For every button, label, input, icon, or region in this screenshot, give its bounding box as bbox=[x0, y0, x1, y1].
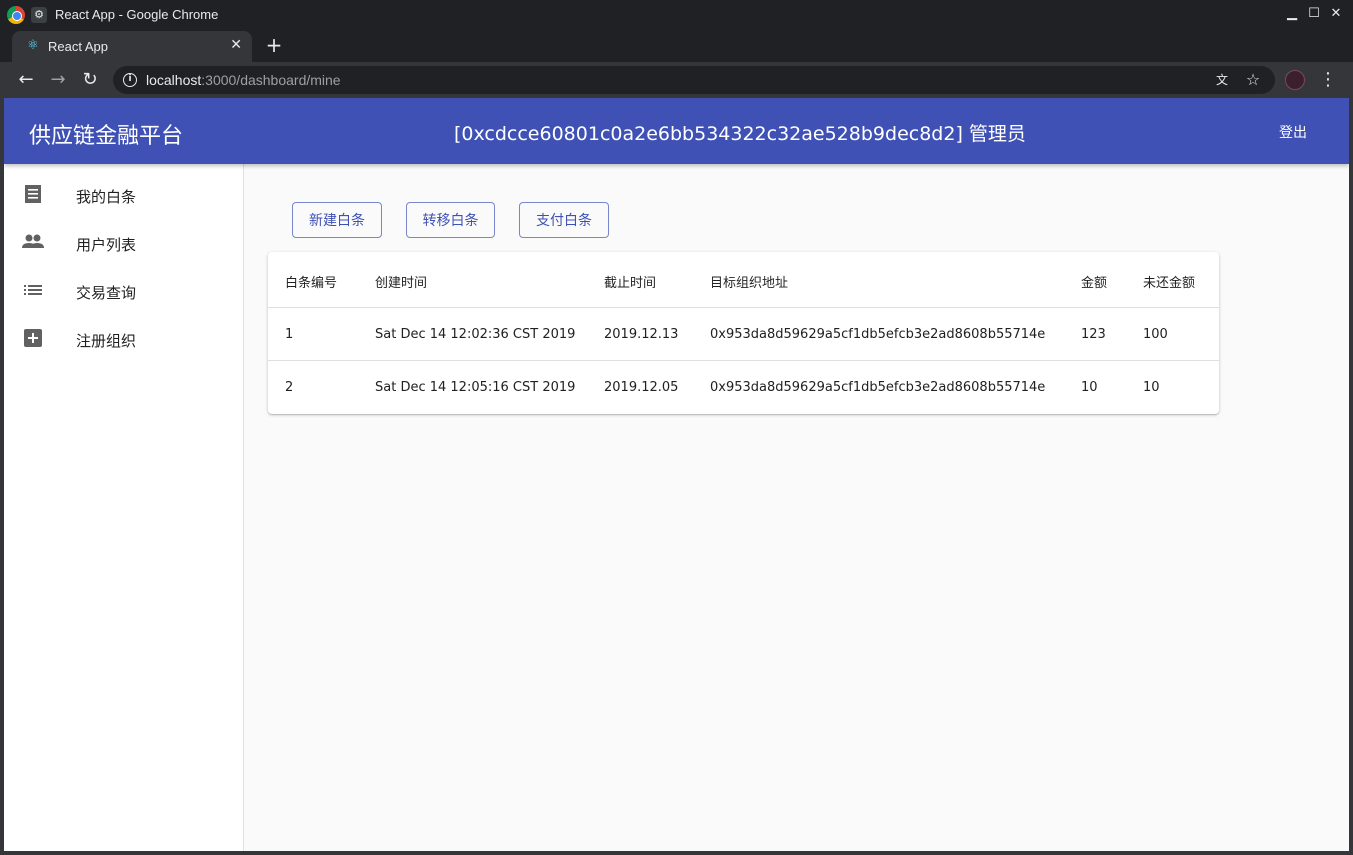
table-cell: 10 bbox=[1081, 380, 1098, 395]
main-content: 新建白条 转移白条 支付白条 白条编号 创建时间 截止时间 目标组织地址 金额 … bbox=[244, 164, 1349, 851]
new-tab-icon[interactable]: + bbox=[264, 35, 284, 55]
chrome-logo-icon bbox=[7, 6, 25, 24]
table-cell: 2 bbox=[285, 380, 294, 395]
header-cell: 白条编号 bbox=[285, 276, 338, 291]
site-info-icon[interactable]: i bbox=[123, 73, 137, 87]
add-box-icon-svg bbox=[24, 329, 42, 347]
react-favicon-icon: ⚛ bbox=[27, 38, 39, 53]
browser-toolbar: ← → ↻ i localhost:3000/dashboard/mine 文 … bbox=[0, 62, 1353, 98]
back-icon[interactable]: ← bbox=[15, 69, 37, 91]
list-icon-svg bbox=[24, 285, 42, 295]
browser-menu-icon[interactable]: ⋮ bbox=[1318, 69, 1338, 91]
receipt-icon bbox=[22, 184, 44, 206]
brand-title: 供应链金融平台 bbox=[29, 124, 184, 149]
sidebar-item-label: 注册组织 bbox=[76, 332, 137, 350]
table-cell: 2019.12.13 bbox=[604, 327, 679, 342]
table-cell: 10 bbox=[1143, 380, 1160, 395]
table-cell: 100 bbox=[1143, 327, 1168, 342]
forward-icon[interactable]: → bbox=[47, 69, 69, 91]
transfer-iou-button[interactable]: 转移白条 bbox=[406, 202, 495, 238]
window-menu-icon[interactable]: ⚙ bbox=[31, 7, 47, 23]
table-cell: 2019.12.05 bbox=[604, 380, 679, 395]
browser-window: ⚙ React App - Google Chrome ▁ ☐ ✕ ⚛ Reac… bbox=[0, 0, 1353, 855]
table-cell: 123 bbox=[1081, 327, 1106, 342]
bookmark-star-icon[interactable]: ☆ bbox=[1243, 70, 1263, 90]
table-cell: 1 bbox=[285, 327, 294, 342]
sidebar: 我的白条 用户列表 交易查询 注册组织 bbox=[4, 164, 244, 851]
title-bar: ⚙ React App - Google Chrome ▁ ☐ ✕ bbox=[0, 0, 1353, 30]
sidebar-item-users[interactable]: 用户列表 bbox=[4, 220, 243, 268]
table-cell: Sat Dec 14 12:05:16 CST 2019 bbox=[375, 380, 576, 395]
sidebar-item-label: 用户列表 bbox=[76, 236, 137, 254]
sidebar-item-label: 我的白条 bbox=[76, 188, 137, 206]
logout-button[interactable]: 登出 bbox=[1279, 122, 1307, 142]
page-viewport: 供应链金融平台 [0xcdcce60801c0a2e6bb534322c32ae… bbox=[4, 98, 1349, 851]
reload-icon[interactable]: ↻ bbox=[79, 69, 101, 91]
account-title: [0xcdcce60801c0a2e6bb534322c32ae528b9dec… bbox=[454, 123, 1026, 145]
header-cell: 未还金额 bbox=[1143, 276, 1196, 291]
tab-label: React App bbox=[48, 39, 108, 54]
people-icon bbox=[22, 232, 44, 254]
app-bar: 供应链金融平台 [0xcdcce60801c0a2e6bb534322c32ae… bbox=[4, 98, 1349, 164]
browser-tab[interactable]: ⚛ React App ✕ bbox=[12, 31, 252, 62]
pay-iou-button[interactable]: 支付白条 bbox=[519, 202, 609, 238]
people-icon-svg bbox=[22, 234, 44, 248]
new-iou-button[interactable]: 新建白条 bbox=[292, 202, 382, 238]
header-cell: 金额 bbox=[1081, 276, 1108, 291]
table-cell: Sat Dec 14 12:02:36 CST 2019 bbox=[375, 327, 576, 342]
profile-avatar[interactable] bbox=[1285, 70, 1305, 90]
url-path: :3000/dashboard/mine bbox=[201, 72, 341, 88]
receipt-icon-svg bbox=[25, 185, 41, 203]
url-host: localhost bbox=[146, 72, 202, 88]
iou-table: 白条编号 创建时间 截止时间 目标组织地址 金额 未还金额 1 Sat Dec … bbox=[268, 252, 1219, 414]
sidebar-item-my-iou[interactable]: 我的白条 bbox=[4, 172, 243, 220]
header-cell: 创建时间 bbox=[375, 276, 428, 291]
translate-icon[interactable]: 文 bbox=[1213, 71, 1231, 89]
table-row: 1 Sat Dec 14 12:02:36 CST 2019 2019.12.1… bbox=[268, 308, 1219, 361]
close-window-icon[interactable]: ✕ bbox=[1327, 5, 1345, 23]
header-cell: 截止时间 bbox=[604, 276, 657, 291]
table-row: 2 Sat Dec 14 12:05:16 CST 2019 2019.12.0… bbox=[268, 361, 1219, 414]
sidebar-item-label: 交易查询 bbox=[76, 284, 137, 302]
header-cell: 目标组织地址 bbox=[710, 276, 789, 291]
table-cell: 0x953da8d59629a5cf1db5efcb3e2ad8608b5571… bbox=[710, 327, 1046, 342]
window-title: React App - Google Chrome bbox=[55, 7, 219, 22]
address-bar[interactable]: i localhost:3000/dashboard/mine 文 ☆ bbox=[113, 66, 1275, 94]
list-icon bbox=[22, 280, 44, 302]
table-cell: 0x953da8d59629a5cf1db5efcb3e2ad8608b5571… bbox=[710, 380, 1046, 395]
sidebar-item-transactions[interactable]: 交易查询 bbox=[4, 268, 243, 316]
sidebar-item-register-org[interactable]: 注册组织 bbox=[4, 316, 243, 364]
add-box-icon bbox=[22, 328, 44, 350]
table-header-row: 白条编号 创建时间 截止时间 目标组织地址 金额 未还金额 bbox=[268, 252, 1219, 308]
close-tab-icon[interactable]: ✕ bbox=[230, 37, 242, 53]
tab-strip: ⚛ React App ✕ + bbox=[0, 30, 1353, 62]
url-text[interactable]: localhost:3000/dashboard/mine bbox=[146, 72, 341, 88]
minimize-icon[interactable]: ▁ bbox=[1283, 5, 1301, 23]
maximize-icon[interactable]: ☐ bbox=[1305, 5, 1323, 23]
